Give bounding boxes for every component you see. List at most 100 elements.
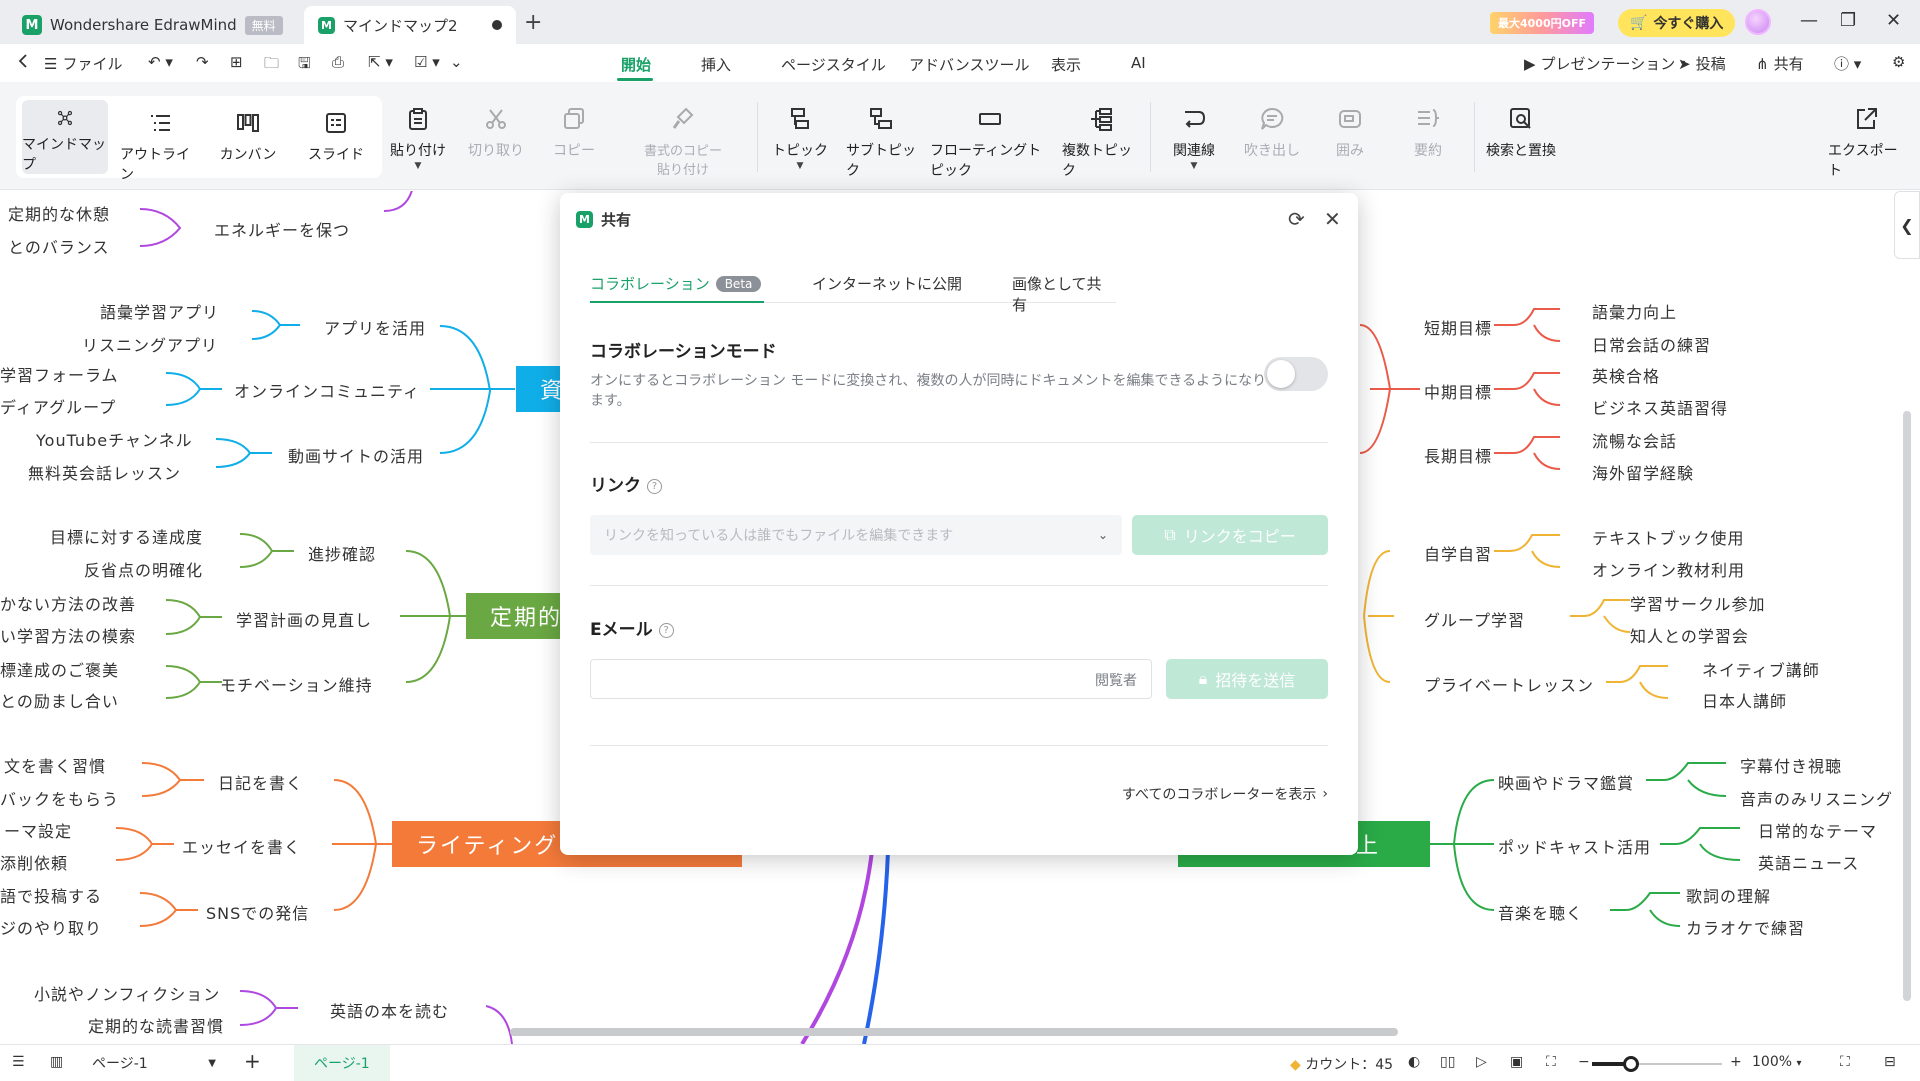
mindmap-node[interactable]: 英語ニュース [1758, 850, 1859, 874]
vertical-scrollbar[interactable] [1903, 411, 1911, 1001]
mindmap-node[interactable]: 映画やドラマ鑑賞 [1498, 770, 1634, 794]
tab-view[interactable]: 表示 [1051, 54, 1081, 75]
mindmap-node[interactable]: エッセイを書く [182, 834, 301, 858]
link-permission-select[interactable]: リンクを知っている人は誰でもファイルを編集できます ⌄ [590, 515, 1122, 555]
paste-button[interactable]: 貼り付け ▼ [388, 106, 448, 171]
mindmap-node[interactable]: 中期目標 [1424, 379, 1492, 403]
summary-button[interactable]: 要約 [1398, 106, 1458, 160]
play-icon[interactable]: ▷ [1476, 1054, 1487, 1070]
mindmap-node[interactable]: との励まし合い [0, 688, 119, 712]
mindmap-node[interactable]: 語で投稿する [0, 883, 102, 907]
tab-insert[interactable]: 挿入 [701, 54, 731, 75]
collab-mode-toggle[interactable] [1264, 357, 1328, 391]
mindmap-node[interactable]: 学習サークル参加 [1630, 591, 1766, 615]
page-select[interactable]: ページ-1 ▼ [92, 1051, 216, 1075]
mindmap-node[interactable]: 日記を書く [218, 770, 303, 794]
mindmap-node[interactable]: かない方法の改善 [0, 591, 136, 615]
mindmap-node[interactable]: プライベートレッスン [1424, 672, 1594, 696]
mindmap-node[interactable]: 知人との学習会 [1630, 623, 1749, 647]
refresh-icon[interactable]: ⟳ [1288, 207, 1305, 231]
mindmap-node[interactable]: ーマ設定 [4, 818, 72, 842]
mindmap-node[interactable]: エネルギーを保つ [214, 217, 350, 241]
tab-ai[interactable]: AI [1131, 54, 1146, 72]
checkbox-edit-icon[interactable]: ☑ ▾ [414, 53, 440, 71]
tab-page-style[interactable]: ページスタイル [781, 54, 886, 75]
page-view-icon[interactable]: ▥ [50, 1054, 63, 1070]
presentation-menu[interactable]: ▶ プレゼンテーション ▾ [1524, 53, 1685, 74]
help-icon[interactable]: ? [647, 479, 662, 494]
email-input[interactable] [590, 659, 1152, 699]
fit-page-icon[interactable]: ▣ [1510, 1054, 1523, 1070]
mindmap-node[interactable]: 日常会話の練習 [1592, 332, 1711, 356]
close-window-icon[interactable]: ✕ [1886, 10, 1901, 31]
file-menu[interactable]: ☰ ファイル [44, 53, 122, 74]
mindmap-node[interactable]: 添削依頼 [0, 850, 68, 874]
right-panel-collapse-button[interactable]: ❮ [1894, 191, 1920, 259]
topic-button[interactable]: トピック ▼ [770, 106, 830, 171]
mindmap-node[interactable]: 進捗確認 [308, 541, 376, 565]
mindmap-node[interactable]: 日常的なテーマ [1758, 818, 1877, 842]
mindmap-node[interactable]: オンライン教材利用 [1592, 557, 1745, 581]
find-replace-button[interactable]: 検索と置換 [1486, 106, 1556, 160]
zoom-value[interactable]: 100% ▾ [1752, 1054, 1802, 1070]
mindmap-node[interactable]: YouTubeチャンネル [36, 427, 193, 451]
save-icon[interactable]: 🖫 [298, 53, 311, 78]
mindmap-node[interactable]: 学習フォーラム [0, 362, 119, 386]
fit-screen-icon[interactable]: ⛶ [1546, 1054, 1556, 1070]
topic-green-left[interactable]: 定期的 [466, 593, 566, 639]
mindmap-node[interactable]: 海外留学経験 [1592, 460, 1694, 484]
theme-icon[interactable]: ◐ [1408, 1054, 1420, 1070]
post-button[interactable]: ➤ 投稿 [1678, 53, 1726, 74]
back-icon[interactable] [16, 53, 32, 69]
mindmap-node[interactable]: カラオケで練習 [1686, 915, 1805, 939]
mindmap-node[interactable]: 目標に対する達成度 [50, 524, 203, 548]
mindmap-node[interactable]: 標達成のご褒美 [0, 657, 119, 681]
mindmap-node[interactable]: 長期目標 [1424, 443, 1492, 467]
zoom-slider[interactable] [1592, 1056, 1722, 1072]
export-button[interactable]: エクスポート [1828, 106, 1904, 180]
new-file-icon[interactable]: ⊞ [230, 53, 243, 71]
unsaved-dot-icon[interactable] [492, 20, 502, 30]
app-tab[interactable]: M Wondershare EdrawMind 無料 [8, 6, 298, 44]
mindmap-node[interactable]: 定期的な休憩 [8, 201, 110, 225]
show-all-collaborators-link[interactable]: すべてのコラボレーターを表示 › [1122, 784, 1328, 804]
tab-publish-internet[interactable]: インターネットに公開 [812, 273, 962, 294]
mindmap-node[interactable]: ポッドキャスト活用 [1498, 834, 1651, 858]
zoom-out-icon[interactable]: − [1578, 1054, 1590, 1070]
horizontal-scrollbar[interactable] [510, 1028, 1398, 1036]
collapse-panel-icon[interactable]: ⊟ [1884, 1054, 1896, 1070]
subtopic-button[interactable]: サブトピック [846, 106, 916, 180]
mindmap-node[interactable]: ジのやり取り [0, 915, 102, 939]
mindmap-node[interactable]: 反省点の明確化 [84, 557, 203, 581]
mindmap-node[interactable]: 歌詞の理解 [1686, 883, 1771, 907]
minimize-icon[interactable]: — [1800, 10, 1818, 31]
mindmap-node[interactable]: SNSでの発信 [206, 900, 309, 924]
mindmap-node[interactable]: 音声のみリスニング [1740, 786, 1893, 810]
tab-collaboration[interactable]: コラボレーション Beta [590, 273, 762, 294]
email-role-select[interactable]: 閲覧者 [1095, 670, 1137, 690]
redo-icon[interactable]: ↷ [196, 53, 209, 71]
undo-icon[interactable]: ↶ ▾ [148, 53, 173, 71]
promo-banner[interactable]: 最大4000円OFF [1490, 12, 1594, 34]
format-painter-button[interactable]: 書式のコピー 貼り付け [636, 106, 730, 178]
page-list-icon[interactable]: ☰ [12, 1054, 25, 1070]
mindmap-node[interactable]: 語彙力向上 [1592, 299, 1677, 323]
mindmap-node[interactable]: グループ学習 [1424, 607, 1525, 631]
add-page-icon[interactable]: + [244, 1049, 261, 1073]
mindmap-node[interactable]: 英検合格 [1592, 363, 1660, 387]
callout-button[interactable]: 吹き出し [1242, 106, 1302, 160]
copy-button[interactable]: コピー [544, 106, 604, 160]
mindmap-node[interactable]: ネイティブ講師 [1702, 657, 1820, 681]
share-button[interactable]: ⋔ 共有 [1756, 53, 1804, 74]
open-folder-icon[interactable]: 🗀 [264, 53, 279, 78]
document-tab[interactable]: M マインドマップ2 [304, 6, 516, 44]
mindmap-node[interactable]: ディアグループ [0, 394, 116, 418]
print-icon[interactable]: ⎙ [332, 53, 344, 71]
mindmap-node[interactable]: 英語の本を読む [330, 998, 449, 1022]
cut-button[interactable]: 切り取り [466, 106, 526, 160]
view-outline-button[interactable]: アウトライン [120, 110, 200, 184]
multiple-topics-button[interactable]: 複数トピック [1062, 106, 1140, 180]
mindmap-node[interactable]: モチベーション維持 [220, 672, 373, 696]
help-icon[interactable]: ? [658, 623, 674, 638]
buy-now-button[interactable]: 🛒 今すぐ購入 [1618, 9, 1736, 37]
